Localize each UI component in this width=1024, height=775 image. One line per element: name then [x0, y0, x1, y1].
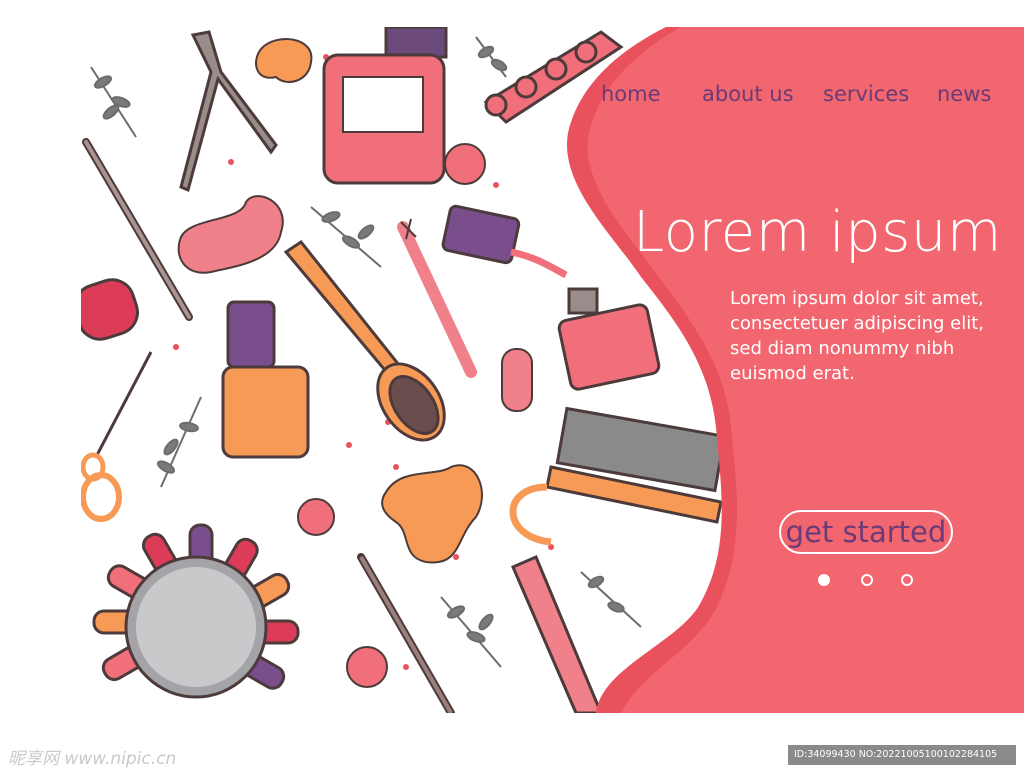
nail-tip-icon [81, 278, 139, 341]
nav-news[interactable]: news [937, 82, 991, 106]
scissors-icon [81, 351, 153, 522]
lotion-bottle-icon [322, 27, 448, 185]
nav-services[interactable]: services [823, 82, 909, 106]
nav-about-us[interactable]: about us [702, 82, 794, 106]
nail-swatch-icon [501, 348, 533, 412]
nail-file-icon [511, 555, 603, 713]
polish-drop-icon [255, 38, 313, 83]
orange-blob-icon [381, 464, 483, 564]
hero-description-line: Lorem ipsum dolor sit amet, [730, 288, 984, 309]
hero-title: Lorem ipsum [633, 200, 1002, 265]
bead-icon [444, 143, 486, 185]
carousel-dot-3[interactable] [901, 574, 913, 586]
nav-home[interactable]: home [601, 82, 661, 106]
get-started-button[interactable]: get started [779, 510, 953, 554]
carousel-dot-2[interactable] [861, 574, 873, 586]
watermark-id: ID:34099430 NO:20221005100102284105 [788, 745, 1016, 765]
carousel-dot-1[interactable] [818, 574, 830, 586]
watermark-left: 昵享网 www.nipic.cn [8, 749, 177, 769]
gel-blob-icon [177, 195, 284, 274]
color-wheel-icon [92, 523, 300, 699]
hero-description-line: euismod erat. [730, 363, 855, 384]
orange-polish-bottle-icon [221, 300, 310, 459]
hero-description-line: consectetuer adipiscing elit, [730, 313, 985, 334]
nail-brush-icon [509, 406, 727, 546]
hero-description-line: sed diam nonummy nibh [730, 338, 955, 359]
spoon-icon [283, 239, 446, 442]
hero-description: Lorem ipsum dolor sit amet, consectetuer… [730, 286, 1010, 386]
